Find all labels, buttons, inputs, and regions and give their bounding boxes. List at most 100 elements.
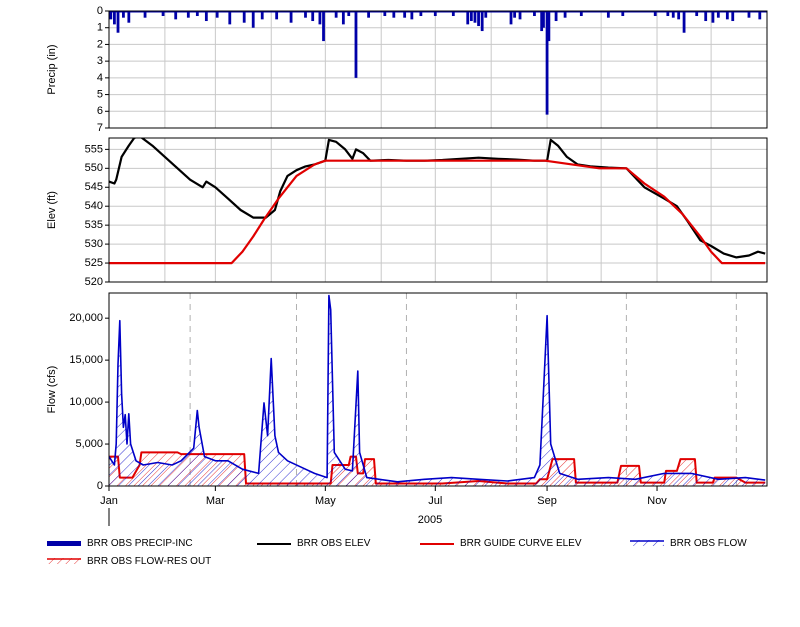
- precip-bar: [758, 11, 762, 20]
- precip-tick-label: 5: [97, 88, 103, 100]
- precip-bar: [367, 11, 370, 18]
- precip-bar: [473, 11, 477, 23]
- precip-tick-label: 2: [97, 38, 103, 50]
- precip-tick-label: 6: [97, 105, 103, 117]
- precip-bar: [341, 11, 345, 25]
- precip-tick-label: 0: [97, 5, 103, 17]
- legend-swatch-precip: [47, 540, 81, 546]
- x-year-label: 2005: [418, 514, 442, 526]
- elev-tick-label: 550: [85, 162, 103, 174]
- legend-label-flow: BRR OBS FLOW: [670, 538, 747, 549]
- precip-bar: [304, 11, 307, 18]
- precip-bar: [666, 11, 670, 17]
- precip-bar: [484, 11, 488, 18]
- legend-label-elev: BRR OBS ELEV: [297, 538, 371, 549]
- x-axis: Jan Mar May Jul Sep Nov 2005: [100, 486, 667, 526]
- precip-bar: [113, 11, 116, 25]
- precip-bar: [354, 11, 358, 78]
- precip-bar: [671, 11, 675, 18]
- legend-swatch-flow: [630, 540, 664, 546]
- elev-tick-label: 525: [85, 257, 103, 269]
- precip-bar: [242, 11, 246, 23]
- x-tick-label: Jul: [428, 495, 442, 507]
- flow-ylabel: Flow (cfs): [46, 366, 58, 414]
- elev-tick-label: 535: [85, 219, 103, 231]
- precip-frame: [108, 10, 768, 129]
- precip-bar: [725, 11, 729, 20]
- flow-tick-label: 15,000: [69, 354, 103, 366]
- legend-label-res-out: BRR OBS FLOW-RES OUT: [87, 556, 212, 567]
- precip-bar: [433, 11, 437, 17]
- precip-bar: [731, 11, 735, 22]
- precip-tick-label: 1: [97, 22, 103, 34]
- legend-item-res-out: BRR OBS FLOW-RES OUT: [47, 556, 211, 567]
- legend-item-guide-curve: BRR GUIDE CURVE ELEV: [420, 538, 582, 549]
- precip-tick-label: 3: [97, 55, 103, 67]
- precip-bar: [747, 11, 751, 18]
- x-tick-label: Jan: [100, 495, 118, 507]
- elev-tick-label: 545: [85, 181, 103, 193]
- precip-bar: [322, 11, 325, 42]
- precip-bar: [195, 11, 199, 17]
- precip-bar: [116, 11, 120, 33]
- precip-ylabel: Precip (in): [46, 44, 58, 94]
- precip-bar: [466, 11, 470, 25]
- flow-areas: [109, 294, 766, 486]
- precip-bar: [695, 11, 699, 17]
- legend-swatch-elev: [257, 542, 291, 545]
- precip-bar: [518, 11, 522, 20]
- precip-bar: [711, 11, 715, 23]
- precip-bar: [621, 11, 625, 17]
- precip-bar: [122, 11, 125, 18]
- elev-panel: 520 525 530 535 540 545 550 555 Elev (ft): [46, 137, 768, 288]
- legend-swatch-guide-curve: [420, 542, 454, 545]
- precip-bar: [260, 11, 264, 20]
- flow-tick-label: 0: [97, 480, 103, 492]
- legend-swatch-res-out: [47, 558, 81, 564]
- precip-bar: [509, 11, 513, 25]
- precip-bar: [563, 11, 567, 18]
- precip-bar: [311, 11, 315, 22]
- legend-item-precip: BRR OBS PRECIP-INC: [47, 538, 193, 549]
- precip-bar: [275, 11, 279, 20]
- flow-tick-label: 5,000: [75, 438, 103, 450]
- precip-bar: [186, 11, 190, 18]
- precip-bar: [542, 11, 545, 28]
- precip-bar: [318, 11, 322, 25]
- precip-bar: [682, 11, 686, 33]
- legend-label-precip: BRR OBS PRECIP-INC: [87, 538, 193, 549]
- precip-bar: [716, 11, 720, 18]
- legend-item-elev: BRR OBS ELEV: [257, 538, 370, 549]
- precip-bars: [109, 11, 767, 115]
- precip-tick-label: 4: [97, 72, 103, 84]
- precip-bar: [347, 11, 351, 17]
- elev-ylabel: Elev (ft): [46, 191, 58, 229]
- flow-panel: 0 5,000 10,000 15,000 20,000 Flow (cfs): [46, 292, 768, 492]
- precip-bar: [547, 11, 551, 42]
- precip-bar: [554, 11, 558, 22]
- precip-bar: [606, 11, 610, 18]
- precip-bar: [469, 11, 473, 22]
- precip-bar: [403, 11, 407, 18]
- x-tick-label: May: [315, 495, 336, 507]
- precip-bar: [704, 11, 708, 22]
- precip-bar: [419, 11, 423, 17]
- flow-tick-label: 20,000: [69, 312, 103, 324]
- precip-bar: [334, 11, 338, 18]
- precip-bar: [480, 11, 484, 32]
- precip-bar: [215, 11, 219, 18]
- precip-bar: [477, 11, 480, 27]
- precip-tick-label: 7: [97, 122, 103, 134]
- precip-bar: [410, 11, 414, 20]
- x-tick-label: Mar: [206, 495, 225, 507]
- elev-series-obs: [109, 138, 766, 259]
- legend-label-guide-curve: BRR GUIDE CURVE ELEV: [460, 538, 582, 549]
- precip-bar: [174, 11, 178, 20]
- elev-tick-label: 530: [85, 238, 103, 250]
- precip-bar: [533, 11, 536, 17]
- precip-panel: 0 1 2 3 4 5 6 7 Precip (in): [46, 5, 768, 134]
- flow-tick-label: 10,000: [69, 396, 103, 408]
- elev-tick-label: 520: [85, 276, 103, 288]
- precip-bar: [653, 11, 657, 17]
- precip-bar: [251, 11, 255, 28]
